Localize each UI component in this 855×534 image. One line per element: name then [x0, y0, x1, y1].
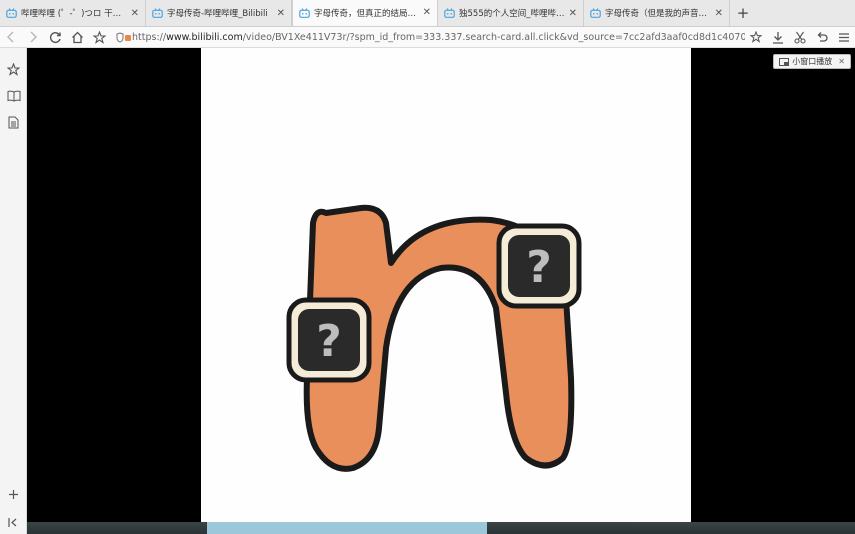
scissors-icon[interactable] [789, 27, 811, 47]
close-tab-icon[interactable]: ✕ [715, 8, 723, 19]
reload-icon[interactable] [44, 27, 66, 47]
document-icon[interactable] [5, 114, 22, 131]
forward-arrow-icon[interactable] [22, 27, 44, 47]
bilibili-tv-icon [444, 8, 455, 18]
left-eye-question-icon: ? [286, 297, 372, 383]
star-icon[interactable] [745, 27, 767, 47]
plus-icon[interactable] [5, 486, 22, 503]
navigation-bar: https://www.bilibili.com/video/BV1Xe411V… [0, 27, 855, 48]
back-arrow-icon[interactable] [0, 27, 22, 47]
bilibili-tv-icon [299, 7, 310, 18]
close-tab-icon[interactable]: ✕ [569, 8, 577, 19]
tab-4[interactable]: 字母传奇（但是我的声音）_哔... ✕ [584, 0, 730, 26]
bilibili-tv-icon [152, 8, 163, 18]
picture-in-picture-button[interactable]: 小窗口播放 ✕ [773, 54, 851, 69]
right-eye-question-icon: ? [496, 223, 582, 309]
star-icon[interactable] [88, 27, 110, 47]
url-prefix: https:// [132, 31, 167, 43]
tab-3[interactable]: 独555的个人空间_哔哩哔哩_Bili... ✕ [438, 0, 584, 26]
home-icon[interactable] [66, 27, 88, 47]
tab-label: 字母传奇，但真正的结局 (专... [314, 8, 419, 19]
video-frame[interactable]: ? ? [201, 48, 691, 534]
pip-label: 小窗口播放 [792, 57, 833, 66]
menu-icon[interactable] [833, 27, 855, 47]
video-bottom-strip [27, 522, 855, 534]
download-icon[interactable] [767, 27, 789, 47]
tab-label: 独555的个人空间_哔哩哔哩_Bili... [459, 9, 565, 19]
sidebar [0, 48, 27, 534]
close-icon[interactable]: ✕ [838, 57, 845, 66]
tab-0[interactable]: 哔哩哔哩 (゜-゜)つロ 干杯~-bilibili ✕ [0, 0, 146, 26]
letter-n-character: ? ? [286, 204, 582, 472]
url-path: /video/BV1Xe411V73r/?spm_id_from=333.337… [242, 31, 745, 43]
tab-bar: 哔哩哔哩 (゜-゜)つロ 干杯~-bilibili✕字母传奇-哔哩哔哩_Bili… [0, 0, 855, 27]
bilibili-tv-icon [6, 8, 17, 18]
new-tab-button[interactable]: + [730, 0, 756, 26]
undo-icon[interactable] [811, 27, 833, 47]
video-content[interactable]: ? ? 小窗口播放 ✕ [27, 48, 855, 534]
shield-icon[interactable] [116, 31, 132, 43]
tab-label: 字母传奇（但是我的声音）_哔... [605, 9, 711, 19]
book-icon[interactable] [5, 87, 22, 104]
address-bar[interactable]: https://www.bilibili.com/video/BV1Xe411V… [110, 27, 745, 47]
tab-1[interactable]: 字母传奇-哔哩哔哩_Bilibili ✕ [146, 0, 292, 26]
tab-2[interactable]: 字母传奇，但真正的结局 (专... ✕ [292, 0, 438, 26]
close-tab-icon[interactable]: ✕ [423, 7, 431, 18]
svg-text:?: ? [526, 242, 552, 293]
close-tab-icon[interactable]: ✕ [131, 8, 139, 19]
bilibili-tv-icon [590, 8, 601, 18]
tab-label: 字母传奇-哔哩哔哩_Bilibili [167, 9, 268, 19]
star-icon[interactable] [5, 61, 22, 78]
tab-label: 哔哩哔哩 (゜-゜)つロ 干杯~-bilibili [21, 9, 127, 19]
collapse-sidebar-icon[interactable] [5, 514, 22, 531]
url-host: www.bilibili.com [166, 31, 243, 43]
pip-icon [779, 57, 790, 66]
close-tab-icon[interactable]: ✕ [277, 8, 285, 19]
svg-text:?: ? [316, 316, 342, 367]
